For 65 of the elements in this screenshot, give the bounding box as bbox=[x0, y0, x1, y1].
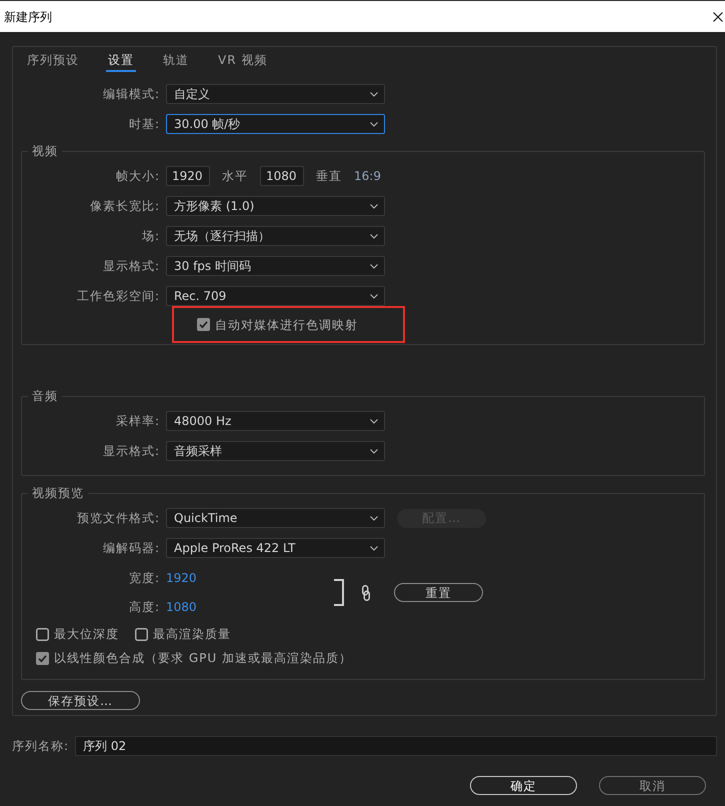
tab[interactable]: 设置 bbox=[106, 47, 136, 72]
dropdown[interactable]: 自定义 bbox=[166, 84, 385, 104]
dropdown[interactable]: 无场（逐行扫描） bbox=[166, 226, 385, 246]
tab[interactable]: 轨道 bbox=[161, 47, 191, 72]
chevron-down-icon bbox=[370, 234, 378, 238]
dropdown[interactable]: 方形像素 (1.0) bbox=[166, 196, 385, 216]
group-title: 音频 bbox=[31, 389, 59, 403]
aspect-ratio-text: 16:9 bbox=[354, 169, 381, 183]
reset-button[interactable]: 重置 bbox=[394, 583, 483, 602]
dimension-value: 1080 bbox=[166, 600, 197, 614]
chevron-down-icon bbox=[370, 204, 378, 208]
checkbox-label: 最高渲染质量 bbox=[153, 627, 231, 641]
dropdown[interactable]: 音频采样 bbox=[166, 441, 385, 461]
field-label: 预览文件格式: bbox=[76, 511, 160, 525]
input-field[interactable]: 1920 bbox=[166, 166, 210, 186]
field-label: 采样率: bbox=[116, 414, 160, 428]
dropdown[interactable]: Apple ProRes 422 LT bbox=[166, 538, 385, 558]
checkbox-label: 最大位深度 bbox=[54, 627, 119, 641]
checkbox[interactable] bbox=[36, 628, 49, 640]
ok-button[interactable]: 确定 bbox=[470, 776, 577, 795]
checkbox-label: 以线性颜色合成（要求 GPU 加速或最高渲染品质） bbox=[54, 651, 352, 665]
chevron-down-icon bbox=[370, 418, 378, 424]
chevron-down-icon bbox=[370, 122, 378, 126]
chevron-down-icon bbox=[370, 516, 378, 520]
dropdown[interactable]: QuickTime bbox=[166, 508, 385, 528]
checkbox-label: 自动对媒体进行色调映射 bbox=[215, 318, 358, 332]
field-label: 序列名称: bbox=[12, 739, 70, 753]
unit-label: 水平 bbox=[222, 169, 248, 183]
dimension-value: 1920 bbox=[166, 571, 197, 585]
chevron-down-icon bbox=[370, 92, 378, 96]
window-title: 新建序列 bbox=[4, 10, 52, 24]
save-preset-button[interactable]: 保存预设… bbox=[21, 691, 140, 710]
field-label: 时基: bbox=[128, 117, 160, 131]
tab[interactable]: 序列预设 bbox=[25, 47, 81, 72]
group-title: 视频预览 bbox=[31, 486, 85, 500]
dropdown[interactable]: 30 fps 时间码 bbox=[166, 256, 385, 276]
bracket-icon bbox=[334, 579, 344, 606]
unit-label: 垂直 bbox=[316, 169, 342, 183]
group-title: 视频 bbox=[31, 144, 59, 158]
dropdown[interactable]: 48000 Hz bbox=[166, 411, 385, 431]
chevron-down-icon bbox=[370, 294, 378, 298]
chevron-down-icon bbox=[370, 264, 378, 268]
field-label: 编辑模式: bbox=[102, 87, 160, 101]
field-label: 高度: bbox=[128, 600, 160, 614]
cancel-button[interactable]: 取消 bbox=[599, 776, 706, 795]
field-label: 像素长宽比: bbox=[90, 199, 160, 213]
checkbox[interactable] bbox=[197, 318, 210, 331]
chevron-down-icon bbox=[370, 546, 378, 550]
input-field[interactable]: 1080 bbox=[260, 166, 304, 186]
link-icon[interactable] bbox=[362, 584, 370, 600]
field-label: 帧大小: bbox=[116, 169, 160, 183]
field-label: 工作色彩空间: bbox=[76, 289, 160, 303]
field-label: 编解码器: bbox=[102, 541, 160, 555]
tab[interactable]: VR 视频 bbox=[216, 47, 270, 72]
checkbox[interactable] bbox=[135, 628, 148, 640]
field-label: 显示格式: bbox=[102, 444, 160, 458]
field-label: 显示格式: bbox=[102, 259, 160, 273]
checkbox[interactable] bbox=[36, 652, 49, 664]
dropdown[interactable]: 30.00 帧/秒 bbox=[166, 114, 385, 134]
chevron-down-icon bbox=[370, 448, 378, 454]
close-icon[interactable] bbox=[713, 12, 723, 22]
field-label: 宽度: bbox=[128, 571, 160, 585]
dropdown[interactable]: Rec. 709 bbox=[166, 286, 385, 306]
sequence-name-field[interactable]: 序列 02 bbox=[75, 736, 717, 756]
field-label: 场: bbox=[142, 229, 160, 243]
